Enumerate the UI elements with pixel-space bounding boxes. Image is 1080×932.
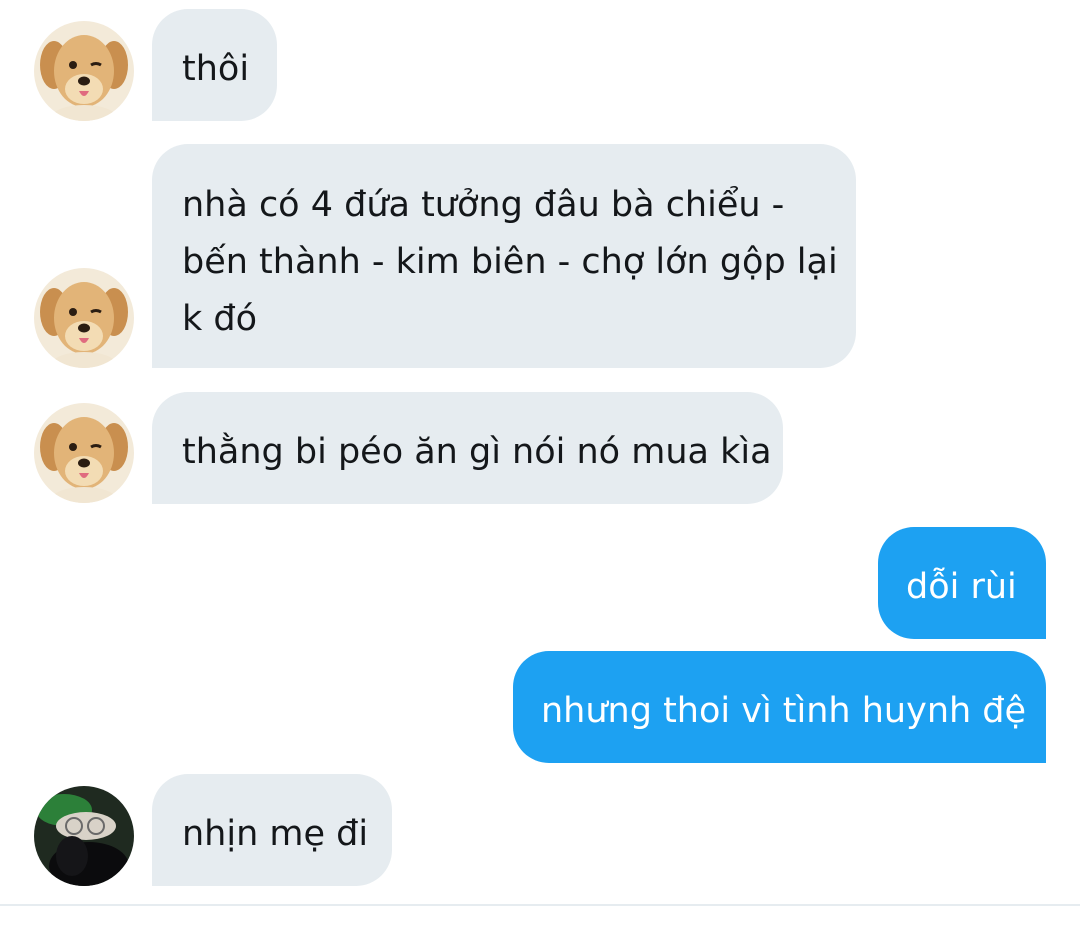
message-text: nhịn mẹ đi (182, 814, 369, 854)
message-text-line: k đó (182, 299, 258, 339)
message-text: thằng bi péo ăn gì nói nó mua kìa (182, 432, 772, 472)
message-bubble[interactable]: nhà có 4 đứa tưởng đâu bà chiểu - bến th… (152, 144, 856, 368)
chat-screen: { "conversation": { "messages": [ { "sen… (0, 0, 1080, 932)
message-text: thôi (182, 49, 250, 89)
divider (0, 904, 1080, 906)
puppy-avatar-image (34, 268, 134, 368)
puppy-avatar-image (34, 21, 134, 121)
puppy-avatar[interactable] (34, 403, 134, 503)
puppy-avatar[interactable] (34, 268, 134, 368)
dark-avatar-image (34, 786, 134, 886)
message-text: nhưng thoi vì tình huynh đệ (541, 691, 1027, 731)
message-text: dỗi rùi (906, 567, 1017, 607)
message-text-line: nhà có 4 đứa tưởng đâu bà chiểu - (182, 185, 785, 225)
puppy-avatar[interactable] (34, 21, 134, 121)
message-bubble[interactable]: thằng bi péo ăn gì nói nó mua kìa (152, 392, 783, 504)
dark-avatar[interactable] (34, 786, 134, 886)
message-bubble[interactable]: nhịn mẹ đi (152, 774, 392, 886)
message-bubble-outgoing[interactable]: dỗi rùi (878, 527, 1046, 639)
message-bubble-outgoing[interactable]: nhưng thoi vì tình huynh đệ (513, 651, 1046, 763)
message-text-line: bến thành - kim biên - chợ lớn gộp lại (182, 242, 838, 282)
puppy-avatar-image (34, 403, 134, 503)
message-bubble[interactable]: thôi (152, 9, 277, 121)
